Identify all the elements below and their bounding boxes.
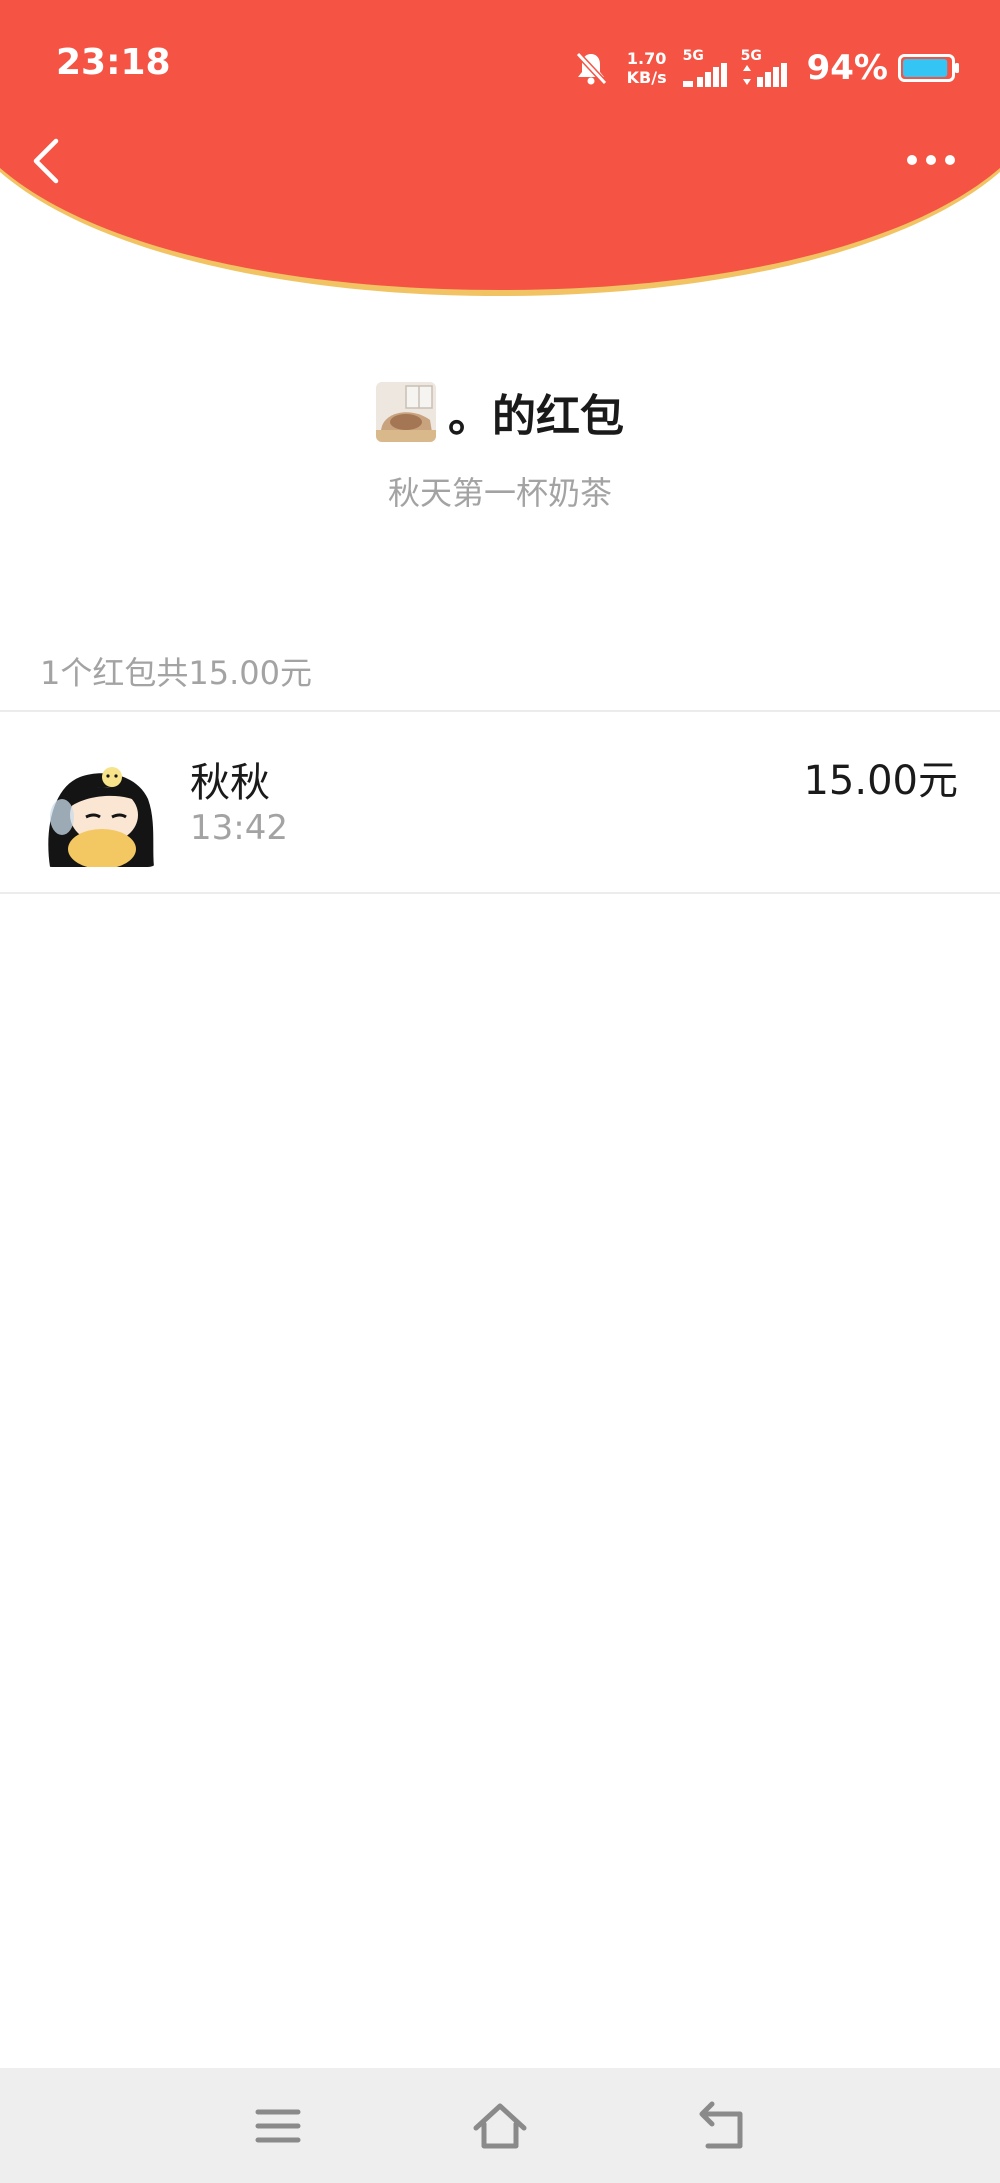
claimer-avatar[interactable] <box>40 747 160 867</box>
status-icons: 1.70 KB/s 5G 5G 94% <box>573 40 960 96</box>
sender-header: 。的红包 <box>0 380 1000 444</box>
battery-icon <box>898 54 959 82</box>
network-speed: 1.70 KB/s <box>627 49 667 87</box>
chevron-left-icon <box>33 138 59 184</box>
signal-bars-icon <box>682 63 727 87</box>
more-button[interactable] <box>906 148 956 172</box>
back-button[interactable] <box>28 135 62 187</box>
sim2-label: 5G <box>740 48 762 64</box>
status-bar: 23:18 1.70 KB/s 5G 5G 94% <box>0 0 1000 135</box>
sim1-label: 5G <box>682 48 704 64</box>
menu-button[interactable] <box>250 2098 306 2154</box>
sim1-signal: 5G <box>682 48 729 87</box>
signal-bars-icon <box>742 63 787 87</box>
home-icon <box>473 2103 527 2149</box>
network-speed-unit: KB/s <box>626 68 667 87</box>
envelope-message: 秋天第一杯奶茶 <box>387 474 612 512</box>
sim2-signal: 5G <box>741 49 791 87</box>
claim-time: 13:42 <box>190 808 288 848</box>
more-dots-icon <box>907 155 955 165</box>
home-button[interactable] <box>472 2098 528 2154</box>
claimer-name: 秋秋 <box>190 760 270 806</box>
sender-name: 。的红包 <box>448 391 624 442</box>
bell-muted-icon <box>575 51 607 86</box>
menu-icon <box>255 2109 301 2143</box>
back-icon <box>699 2101 743 2149</box>
back-nav-button[interactable] <box>694 2098 750 2154</box>
battery-percent: 94% <box>806 48 888 88</box>
divider <box>0 892 1000 894</box>
network-speed-value: 1.70 <box>626 49 667 68</box>
envelope-summary: 1个红包共15.00元 <box>40 654 312 692</box>
sender-avatar[interactable] <box>376 382 436 442</box>
status-time: 23:18 <box>56 42 171 83</box>
system-nav-bar <box>0 2068 1000 2183</box>
claim-amount: 15.00元 <box>803 758 958 804</box>
